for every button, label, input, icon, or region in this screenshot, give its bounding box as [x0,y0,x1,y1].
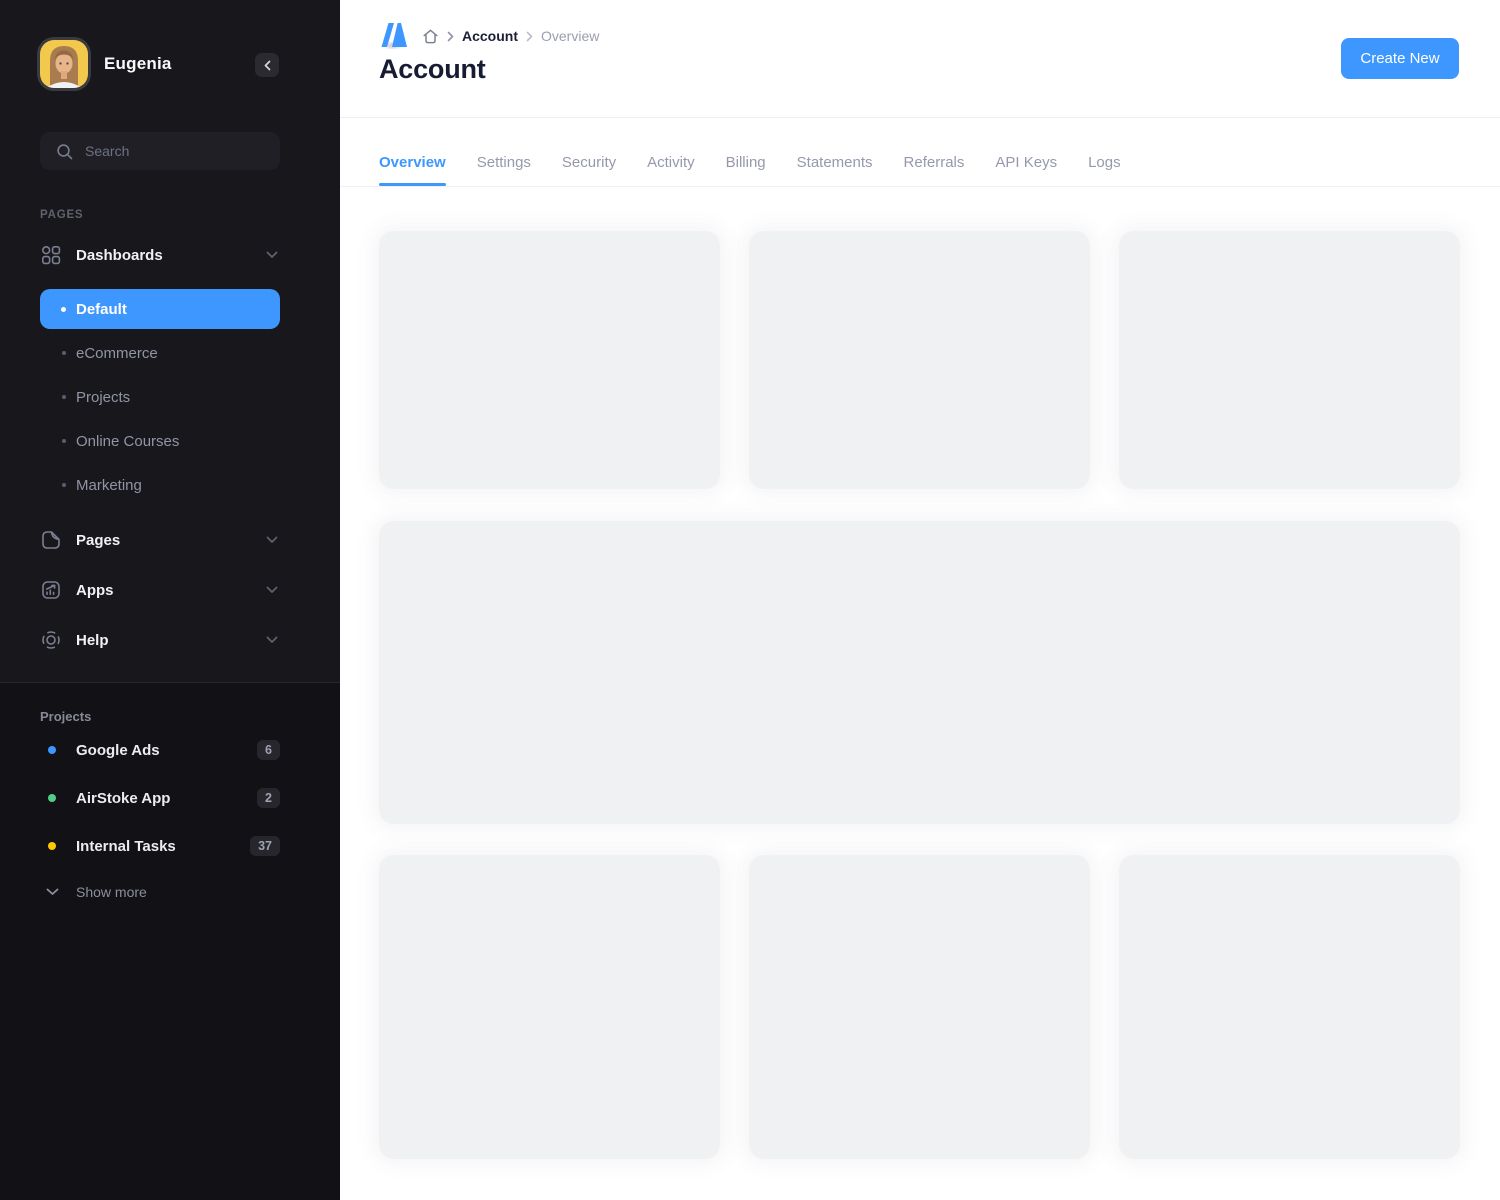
breadcrumb: Account Overview [422,27,599,45]
chart-icon [40,579,62,601]
avatar[interactable] [40,40,88,88]
project-label: Google Ads [76,742,160,759]
page-title: Account [379,54,486,85]
bullet-dot [62,351,66,355]
sidebar-item-projects[interactable]: Projects [40,382,280,412]
placeholder-card [749,855,1090,1159]
user-name: Eugenia [104,40,172,88]
tab-activity[interactable]: Activity [647,140,695,186]
project-item-google-ads[interactable]: Google Ads 6 [40,735,280,765]
show-more-button[interactable]: Show more [40,877,280,907]
tab-logs[interactable]: Logs [1088,140,1121,186]
project-item-internal-tasks[interactable]: Internal Tasks 37 [40,831,280,861]
app-root: Eugenia PAGES [0,0,1500,1200]
tab-bar: Overview Settings Security Activity Bill… [379,140,1121,186]
tab-referrals[interactable]: Referrals [904,140,965,186]
sidebar-divider [0,682,340,683]
nav-label-projects: Projects [76,389,130,406]
search-icon [56,143,73,160]
placeholder-card [1119,231,1460,489]
sidebar-item-pages[interactable]: Pages [40,525,280,555]
page-icon [40,529,62,551]
sidebar-collapse-button[interactable] [255,53,279,77]
main-content: Account Overview Account Create New Over… [340,0,1500,1200]
sidebar-item-dashboards[interactable]: Dashboards [40,240,280,270]
breadcrumb-overview: Overview [541,28,599,44]
bullet-dot [62,439,66,443]
placeholder-card-wide [379,521,1460,824]
grid-icon [40,244,62,266]
nav-label-help: Help [76,632,264,649]
project-label: Internal Tasks [76,838,176,855]
project-label: AirStoke App [76,790,170,807]
bullet-dot [61,307,66,312]
sidebar-item-ecommerce[interactable]: eCommerce [40,338,280,368]
tab-settings[interactable]: Settings [477,140,531,186]
chevron-right-icon [526,31,533,42]
bullet-dot [62,395,66,399]
placeholder-card [379,855,720,1159]
chevron-left-icon [263,60,272,71]
placeholder-card [379,231,720,489]
app-logo-icon[interactable] [379,21,409,49]
tab-api-keys[interactable]: API Keys [995,140,1057,186]
nav-label-dashboards: Dashboards [76,247,264,264]
project-dot [48,842,56,850]
count-badge: 6 [257,740,280,761]
pages-section-label: PAGES [40,209,83,221]
project-dot [48,794,56,802]
header-divider [340,117,1500,118]
project-dot [48,746,56,754]
nav-label-default: Default [76,301,127,318]
nav-label-ecommerce: eCommerce [76,345,158,362]
home-icon[interactable] [422,28,439,45]
sidebar-item-online-courses[interactable]: Online Courses [40,426,280,456]
user-row: Eugenia [40,40,280,88]
search-box[interactable] [40,132,280,170]
sidebar-item-apps[interactable]: Apps [40,575,280,605]
nav-label-apps: Apps [76,582,264,599]
tab-bar-divider [340,186,1500,187]
placeholder-card [1119,855,1460,1159]
chevron-right-icon [447,31,454,42]
tab-overview[interactable]: Overview [379,140,446,186]
nav-label-online-courses: Online Courses [76,433,179,450]
sidebar: Eugenia PAGES [0,0,340,1200]
project-item-airstoke-app[interactable]: AirStoke App 2 [40,783,280,813]
tab-security[interactable]: Security [562,140,616,186]
breadcrumb-account[interactable]: Account [462,28,518,44]
sidebar-item-marketing[interactable]: Marketing [40,470,280,500]
show-more-label: Show more [76,884,147,900]
chevron-down-icon [44,888,60,896]
projects-section-label: Projects [40,709,91,724]
count-badge: 2 [257,788,280,809]
sidebar-item-default[interactable]: Default [40,289,280,329]
count-badge: 37 [250,836,280,857]
chevron-down-icon [264,636,280,644]
chevron-down-icon [264,251,280,259]
create-new-button[interactable]: Create New [1341,38,1459,79]
lifebuoy-icon [40,629,62,651]
nav-label-marketing: Marketing [76,477,142,494]
chevron-down-icon [264,586,280,594]
placeholder-card [749,231,1090,489]
chevron-down-icon [264,536,280,544]
tab-statements[interactable]: Statements [797,140,873,186]
tab-billing[interactable]: Billing [726,140,766,186]
bullet-dot [62,483,66,487]
search-input[interactable] [85,143,255,159]
nav-label-pages: Pages [76,532,264,549]
sidebar-item-help[interactable]: Help [40,625,280,655]
